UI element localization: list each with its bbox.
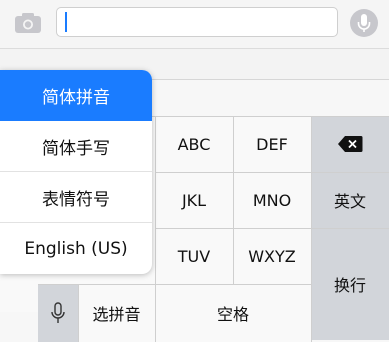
divider — [155, 116, 156, 342]
key-label: 英文 — [333, 192, 366, 211]
key-label: TUV — [177, 246, 211, 266]
menu-item-label: 表情符号 — [42, 189, 110, 210]
divider — [38, 284, 311, 285]
microphone-icon — [51, 302, 65, 323]
menu-item-label: 简体手写 — [42, 138, 110, 159]
menu-item-english-us[interactable]: English (US) — [0, 223, 152, 274]
choose-pinyin-key[interactable]: 选拼音 — [78, 284, 155, 342]
key-label: MNO — [252, 190, 292, 210]
menu-item-simplified-pinyin[interactable]: 简体拼音 — [0, 70, 152, 121]
text-cursor — [65, 12, 67, 32]
return-key[interactable]: 换行 — [311, 228, 389, 340]
divider — [233, 116, 234, 284]
keyboard: ABC DEF JKL MNO 英文 TUV WXYZ 换行 选拼音 空格 简体… — [0, 70, 389, 342]
backspace-icon — [338, 136, 363, 152]
key-label: 空格 — [216, 305, 249, 324]
divider — [78, 284, 79, 342]
key-tuv[interactable]: TUV — [155, 228, 233, 284]
english-key[interactable]: 英文 — [311, 172, 389, 228]
key-label: 选拼音 — [92, 305, 141, 324]
delete-key[interactable] — [311, 116, 389, 172]
key-wxyz[interactable]: WXYZ — [233, 228, 311, 284]
camera-icon[interactable] — [14, 12, 42, 34]
divider — [155, 172, 389, 173]
divider — [155, 228, 389, 229]
key-label: WXYZ — [248, 246, 296, 266]
message-input[interactable] — [56, 7, 338, 37]
key-jkl[interactable]: JKL — [155, 172, 233, 228]
menu-item-label: 简体拼音 — [42, 88, 110, 108]
voice-input-key[interactable] — [38, 284, 78, 342]
key-abc[interactable]: ABC — [155, 116, 233, 172]
menu-item-simplified-handwriting[interactable]: 简体手写 — [0, 121, 152, 172]
divider — [311, 116, 312, 342]
key-label: DEF — [256, 134, 288, 154]
microphone-icon[interactable] — [350, 8, 378, 38]
space-key[interactable]: 空格 — [155, 284, 311, 342]
key-mno[interactable]: MNO — [233, 172, 311, 228]
key-def[interactable]: DEF — [233, 116, 311, 172]
key-label: 换行 — [333, 276, 366, 295]
input-bar — [0, 0, 389, 49]
input-method-menu: 简体拼音 简体手写 表情符号 English (US) — [0, 70, 152, 274]
key-label: JKL — [181, 190, 207, 210]
menu-item-label: English (US) — [24, 238, 128, 259]
menu-item-emoji[interactable]: 表情符号 — [0, 172, 152, 223]
key-label: ABC — [177, 134, 211, 154]
